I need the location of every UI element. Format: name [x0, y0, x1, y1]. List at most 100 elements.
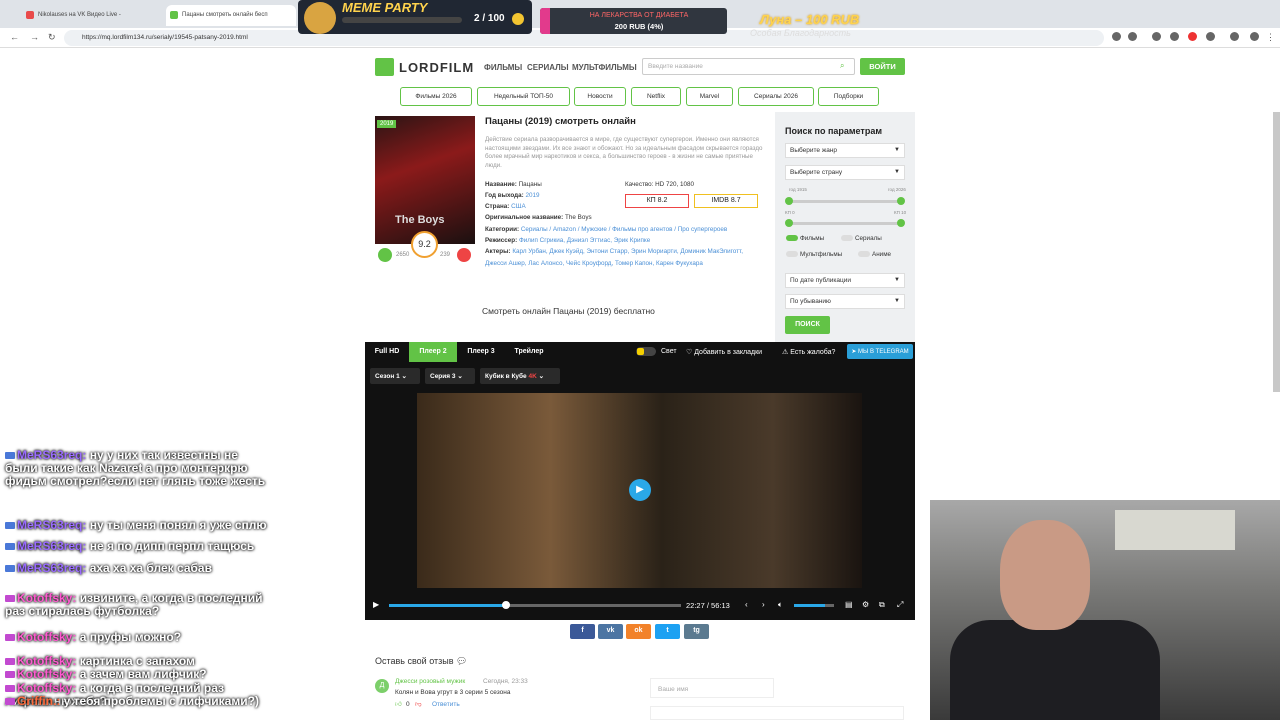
extension-icon[interactable]: [1170, 32, 1179, 41]
meme-progress-bar: [342, 17, 462, 23]
gear-icon[interactable]: ⚙: [862, 600, 869, 609]
cat-films-2026[interactable]: Фильмы 2026: [400, 87, 472, 106]
voice-dropdown[interactable]: Кубик в Кубе 4K ⌄: [480, 368, 560, 384]
toggle-films[interactable]: Фильмы: [786, 235, 824, 242]
sort-order-select[interactable]: По убыванию ▼: [785, 294, 905, 309]
next-icon[interactable]: ›: [762, 600, 765, 609]
slider-handle[interactable]: [897, 219, 905, 227]
nav-films[interactable]: ФИЛЬМЫ: [484, 63, 522, 72]
play-icon[interactable]: ▶: [373, 600, 379, 609]
movie-poster[interactable]: 2019 The Boys: [375, 116, 475, 244]
thumbs-down-icon[interactable]: [457, 248, 471, 262]
comment-votes: 0: [406, 701, 410, 708]
vk-icon: [26, 11, 34, 19]
actors-links[interactable]: Джесси Ашер, Лас Алонсо, Чейс Кроуфорд, …: [485, 260, 703, 267]
thumbs-up-icon[interactable]: [378, 248, 392, 262]
complaint-label: Есть жалоба?: [790, 349, 836, 356]
tab-player-2[interactable]: Плеер 2: [409, 342, 457, 362]
cat-collections[interactable]: Подборки: [818, 87, 879, 106]
genre-select[interactable]: Выберите жанр ▼: [785, 143, 905, 158]
toggle-series[interactable]: Сериалы: [841, 235, 882, 242]
nav-cartoons[interactable]: МУЛЬТФИЛЬМЫ: [572, 63, 637, 72]
tab-player-3[interactable]: Плеер 3: [459, 342, 503, 362]
extension-icon[interactable]: [1112, 32, 1121, 41]
popout-icon[interactable]: ⧉: [879, 600, 885, 610]
prev-icon[interactable]: ‹: [745, 600, 748, 609]
back-icon[interactable]: ←: [10, 32, 19, 42]
extension-icon[interactable]: [1152, 32, 1161, 41]
vk-share-icon[interactable]: vk: [598, 624, 623, 639]
comment-text: Колян и Вова угрут в 3 серии 5 сезона: [395, 689, 511, 696]
login-button[interactable]: ВОЙТИ: [860, 58, 905, 75]
facebook-share-icon[interactable]: f: [570, 624, 595, 639]
kp-rating: КП 8.2: [625, 194, 689, 208]
light-label: Свет: [661, 348, 677, 355]
reload-icon[interactable]: ↻: [48, 32, 56, 43]
sort-date-select[interactable]: По дате публикации ▼: [785, 273, 905, 288]
cat-label: Сериалы 2026: [754, 93, 798, 100]
search-button[interactable]: ПОИСК: [785, 316, 830, 334]
chat-badge-icon: [5, 452, 15, 460]
extension-icon[interactable]: [1206, 32, 1215, 41]
year-link[interactable]: 2019: [525, 192, 539, 199]
episode-dropdown[interactable]: Серия 3 ⌄: [425, 368, 475, 384]
cat-series-2026[interactable]: Сериалы 2026: [738, 87, 814, 106]
kp-slider[interactable]: [789, 222, 901, 225]
profile-icon[interactable]: [1250, 32, 1259, 41]
volume-icon[interactable]: 🔈︎: [778, 600, 783, 610]
country-select[interactable]: Выберите страну ▼: [785, 165, 905, 180]
play-overlay-icon[interactable]: ▶: [629, 479, 651, 501]
telegram-button[interactable]: ➤ МЫ В TELEGRAM: [847, 344, 913, 359]
chat-text: аха ха ха блек сабав: [89, 561, 212, 575]
reply-link[interactable]: Ответить: [432, 701, 460, 708]
telegram-icon: ➤: [851, 349, 857, 355]
slider-handle[interactable]: [897, 197, 905, 205]
cat-top50[interactable]: Недельный ТОП-50: [477, 87, 570, 106]
actors-links[interactable]: Карл Урбан, Джек Куэйд, Энтони Старр, Эр…: [512, 248, 743, 255]
tab-trailer[interactable]: Трейлер: [506, 342, 552, 362]
bookmark-link[interactable]: ♡ Добавить в закладки: [686, 348, 762, 356]
search-input[interactable]: Введите название: [642, 58, 855, 75]
cat-netflix[interactable]: Netflix: [631, 87, 681, 106]
country-link[interactable]: США: [511, 203, 526, 210]
complaint-link[interactable]: ⚠ Есть жалоба?: [782, 348, 835, 356]
menu-icon[interactable]: ⋮: [1266, 32, 1275, 43]
scrollbar[interactable]: [1273, 112, 1280, 392]
name-input[interactable]: Ваше имя: [650, 678, 774, 698]
season-dropdown[interactable]: Сезон 1 ⌄: [370, 368, 420, 384]
cat-news[interactable]: Новости: [574, 87, 626, 106]
twitter-share-icon[interactable]: t: [655, 624, 680, 639]
light-toggle[interactable]: [636, 347, 656, 356]
telegram-share-icon[interactable]: tg: [684, 624, 709, 639]
subtitles-icon[interactable]: ▤: [845, 600, 853, 609]
nav-series[interactable]: СЕРИАЛЫ: [527, 63, 569, 72]
fullscreen-icon[interactable]: ⤢: [897, 600, 903, 610]
toggle-anime[interactable]: Аниме: [858, 251, 891, 258]
chat-badge-icon: [5, 634, 15, 642]
comment-author[interactable]: Джесси розовый мужик: [395, 678, 465, 685]
comment-like-icon[interactable]: 👍︎: [395, 700, 402, 708]
toggle-cartoons[interactable]: Мультфильмы: [786, 251, 842, 258]
seek-handle[interactable]: [501, 601, 510, 609]
browser-tab-active[interactable]: Пацаны смотреть онлайн бесп: [166, 5, 296, 26]
categories-links[interactable]: Сериалы / Amazon / Мужские / Фильмы про …: [521, 226, 727, 233]
slider-handle[interactable]: [785, 219, 793, 227]
ok-share-icon[interactable]: ok: [626, 624, 651, 639]
chat-username: MeRS63req:: [17, 518, 87, 532]
search-icon[interactable]: ⌕: [840, 61, 844, 71]
extension-icon[interactable]: [1188, 32, 1197, 41]
tab-title: Nikolauses на VK Видео Live -: [38, 12, 121, 18]
tab-full-hd[interactable]: Full HD: [366, 342, 408, 362]
comment-dislike-icon[interactable]: 👎︎: [415, 700, 422, 708]
slider-handle[interactable]: [785, 197, 793, 205]
info-value: Пацаны: [518, 181, 542, 188]
avatar: Д: [375, 679, 389, 693]
year-slider[interactable]: [789, 200, 901, 203]
comment-textarea[interactable]: [650, 706, 904, 720]
star-icon[interactable]: [1128, 32, 1137, 41]
director-links[interactable]: Филип Сгрикиа, Дэниэл Эттиас, Эрик Крипк…: [519, 237, 650, 244]
puzzle-icon[interactable]: [1230, 32, 1239, 41]
forward-icon[interactable]: →: [30, 32, 39, 42]
browser-tab[interactable]: Nikolauses на VK Видео Live -: [22, 5, 160, 26]
cat-marvel[interactable]: Marvel: [686, 87, 733, 106]
